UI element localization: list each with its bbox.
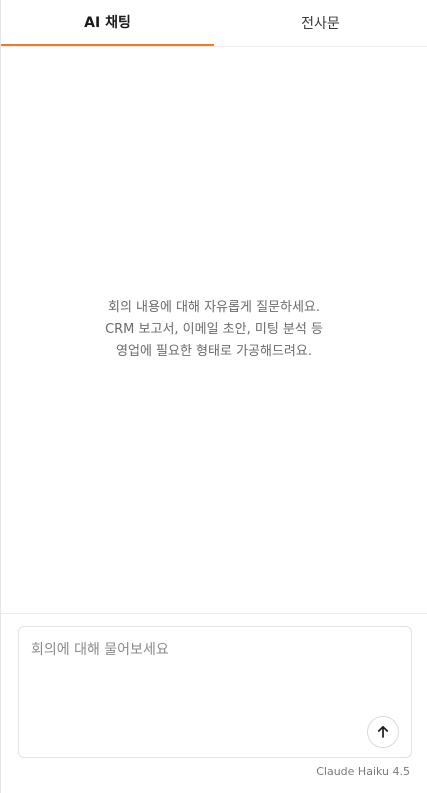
tab-transcript[interactable]: 전사문	[214, 0, 427, 46]
composer-divider	[1, 613, 427, 614]
empty-state: 회의 내용에 대해 자유롭게 질문하세요. CRM 보고서, 이메일 초안, 미…	[1, 47, 427, 613]
tab-transcript-label: 전사문	[301, 16, 340, 32]
empty-state-line: 영업에 필요한 형태로 가공해드려요.	[116, 344, 312, 359]
arrow-up-icon	[377, 725, 389, 738]
chat-panel: AI 채팅 전사문 회의 내용에 대해 자유롭게 질문하세요. CRM 보고서,…	[0, 0, 427, 793]
tab-ai-chat[interactable]: AI 채팅	[1, 0, 214, 46]
tab-bar: AI 채팅 전사문	[1, 0, 427, 47]
message-input[interactable]	[19, 627, 411, 757]
empty-state-line: 회의 내용에 대해 자유롭게 질문하세요.	[107, 300, 321, 315]
message-composer	[18, 626, 412, 758]
model-label: Claude Haiku 4.5	[316, 765, 410, 778]
send-button[interactable]	[367, 716, 399, 748]
tab-ai-chat-label: AI 채팅	[84, 15, 131, 31]
empty-state-line: CRM 보고서, 이메일 초안, 미팅 분석 등	[105, 322, 323, 337]
